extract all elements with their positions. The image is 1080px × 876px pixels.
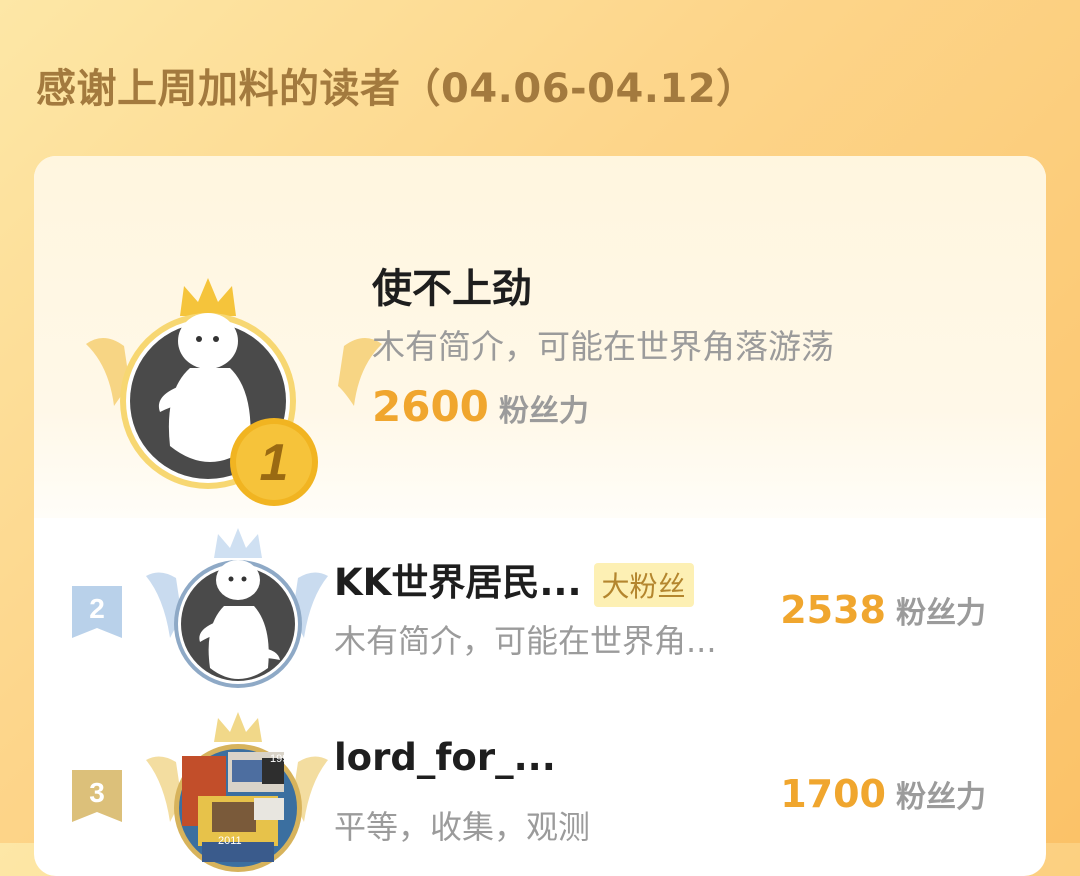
rank-2-score: 2538 粉丝力 <box>780 588 986 632</box>
leaderboard-row[interactable]: 3 1999 2011 lord_for_... 平等，收集，观测 1700 粉… <box>34 712 1046 876</box>
svg-text:2: 2 <box>89 593 105 624</box>
rank-1-name[interactable]: 使不上劲 <box>372 256 532 314</box>
rank-3-name[interactable]: lord_for_... <box>334 736 556 779</box>
fan-power-unit: 粉丝力 <box>896 596 986 631</box>
rank-3-ribbon-icon: 3 <box>70 768 124 824</box>
rank-3-score: 1700 粉丝力 <box>780 772 986 816</box>
rank-3-bio: 平等，收集，观测 <box>334 808 591 846</box>
rank-2-avatar[interactable] <box>142 518 332 698</box>
rank-1-avatar[interactable]: 1 <box>84 216 384 516</box>
fan-power-unit: 粉丝力 <box>498 394 589 429</box>
fan-power-value: 2538 <box>780 588 886 632</box>
page-title: 感谢上周加料的读者（04.06-04.12） <box>36 66 757 112</box>
rank-2-bio: 木有简介，可能在世界角... <box>334 622 717 660</box>
rank-1-medal-icon: 1 <box>230 418 318 506</box>
leaderboard-card: 1 使不上劲 木有简介，可能在世界角落游荡 2600 粉丝力 2 KK世界居民.… <box>34 156 1046 876</box>
svg-text:1999: 1999 <box>270 753 294 765</box>
fan-power-unit: 粉丝力 <box>896 780 986 815</box>
rank-3-avatar[interactable]: 1999 2011 <box>142 702 332 876</box>
fan-power-value: 1700 <box>780 772 886 816</box>
svg-text:1: 1 <box>260 434 289 492</box>
reader-name: KK世界居民... <box>334 561 582 604</box>
svg-text:2011: 2011 <box>218 835 242 847</box>
rank-2-name[interactable]: KK世界居民... 大粉丝 <box>334 552 694 607</box>
svg-text:3: 3 <box>89 777 105 808</box>
big-fan-badge: 大粉丝 <box>593 562 694 607</box>
rank-2-ribbon-icon: 2 <box>70 584 124 640</box>
rank-1-score: 2600 粉丝力 <box>372 382 589 431</box>
leaderboard-row[interactable]: 2 KK世界居民... 大粉丝 木有简介，可能在世界角... 2538 粉丝力 <box>34 528 1046 698</box>
rank-1-bio: 木有简介，可能在世界角落游荡 <box>372 327 834 366</box>
fan-power-value: 2600 <box>372 382 489 431</box>
crown-icon <box>180 278 236 316</box>
